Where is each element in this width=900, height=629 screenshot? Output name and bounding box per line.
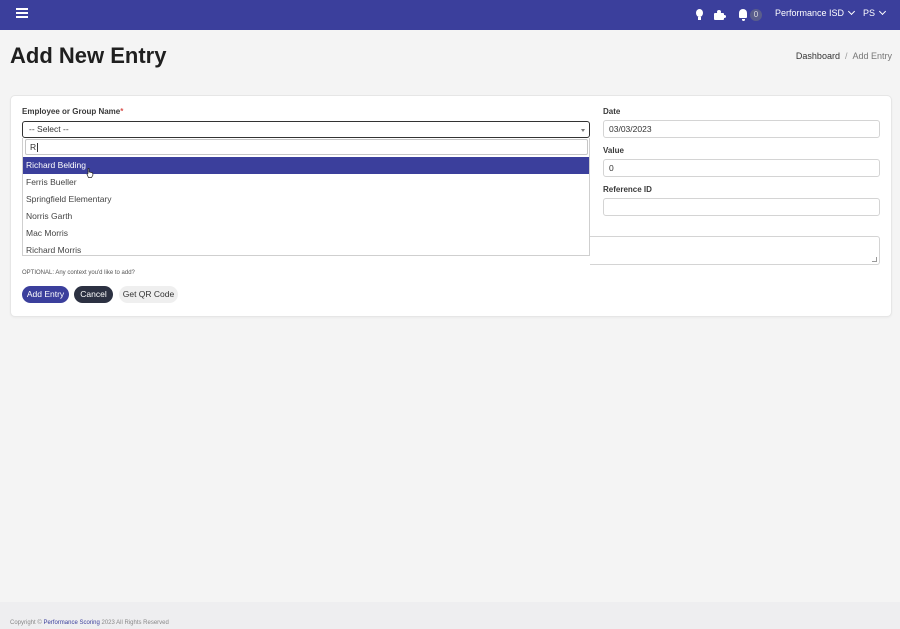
employee-field-label: Employee or Group Name*	[22, 107, 123, 116]
footer-copyright: Copyright ©	[10, 620, 42, 626]
dropdown-option-norris-garth[interactable]: Norris Garth	[23, 208, 589, 225]
dropdown-option-springfield-elementary[interactable]: Springfield Elementary	[23, 191, 589, 208]
comment-textarea[interactable]	[590, 236, 880, 265]
organization-dropdown[interactable]: Performance ISD	[775, 7, 856, 18]
dropdown-option-ferris-bueller[interactable]: Ferris Bueller	[23, 174, 589, 191]
lightbulb-icon[interactable]	[693, 8, 707, 22]
employee-select-value: -- Select --	[29, 124, 69, 134]
dropdown-search-input[interactable]: R	[25, 139, 588, 155]
page-title: Add New Entry	[10, 43, 167, 68]
reference-id-input[interactable]	[603, 198, 880, 216]
employee-label-text: Employee or Group Name	[22, 107, 121, 116]
breadcrumb: Dashboard / Add Entry	[796, 51, 892, 61]
required-marker: *	[120, 107, 124, 116]
comment-help-text: OPTIONAL: Any context you'd like to add?	[22, 270, 135, 276]
select-arrow-icon	[581, 129, 585, 132]
resize-grip-icon[interactable]	[872, 257, 877, 262]
footer-brand-link[interactable]: Performance Scoring	[43, 620, 99, 626]
dropdown-option-richard-belding[interactable]: Richard Belding	[23, 157, 589, 174]
footer: Copyright © Performance Scoring 2023 All…	[0, 602, 900, 629]
date-label: Date	[603, 107, 621, 116]
breadcrumb-separator: /	[844, 51, 848, 61]
puzzle-icon[interactable]	[713, 8, 727, 22]
text-caret	[37, 143, 39, 153]
employee-dropdown-list: R Richard Belding Ferris Bueller Springf…	[22, 138, 590, 256]
hand-pointer-cursor-icon	[86, 168, 94, 178]
user-initials: PS	[863, 8, 876, 18]
get-qr-code-button[interactable]: Get QR Code	[119, 286, 178, 303]
cancel-button[interactable]: Cancel	[74, 286, 113, 303]
chevron-down-icon	[878, 7, 887, 16]
employee-select[interactable]: -- Select --	[22, 121, 590, 138]
dropdown-option-mac-morris[interactable]: Mac Morris	[23, 225, 589, 242]
dropdown-search-value: R	[30, 142, 37, 152]
top-navbar: 0 Performance ISD PS	[0, 0, 900, 30]
notification-count-badge: 0	[750, 9, 762, 21]
add-entry-button[interactable]: Add Entry	[22, 286, 69, 303]
breadcrumb-current: Add Entry	[852, 51, 892, 61]
value-input[interactable]: 0	[603, 159, 880, 177]
chevron-down-icon	[847, 7, 856, 16]
user-menu-dropdown[interactable]: PS	[863, 7, 887, 18]
footer-text: Copyright © Performance Scoring 2023 All…	[10, 620, 169, 626]
menu-icon[interactable]	[16, 8, 28, 22]
reference-id-label: Reference ID	[603, 185, 652, 194]
organization-name: Performance ISD	[775, 8, 845, 18]
footer-rights: 2023 All Rights Reserved	[101, 620, 169, 626]
value-label: Value	[603, 146, 624, 155]
bell-icon[interactable]	[737, 8, 751, 22]
date-input[interactable]: 03/03/2023	[603, 120, 880, 138]
breadcrumb-dashboard-link[interactable]: Dashboard	[796, 51, 840, 61]
dropdown-option-richard-morris[interactable]: Richard Morris	[23, 242, 589, 255]
